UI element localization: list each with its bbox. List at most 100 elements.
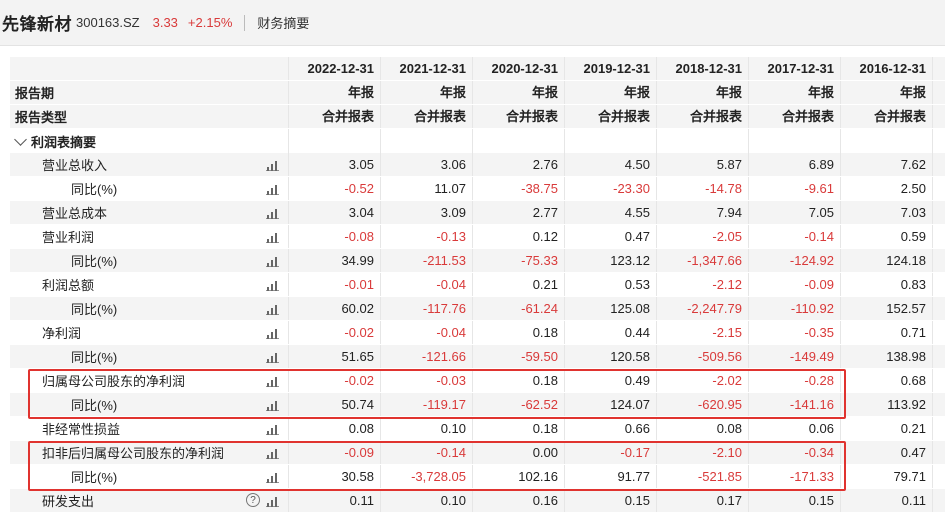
bar-chart-icon[interactable] [266, 159, 280, 171]
col-date[interactable]: 2019-12-31 [565, 57, 657, 80]
bar-chart-icon[interactable] [266, 471, 280, 483]
table-row: 营业利润 -0.08 -0.13 0.12 0.47 -2.05 -0.14 0.59 [10, 225, 945, 249]
row-label-text: 同比(%) [71, 182, 118, 197]
value-cell: -149.49 [749, 345, 841, 368]
type-label: 报告类型 [10, 105, 289, 128]
top-bar: 先锋新材 300163.SZ 3.33 +2.15% 财务摘要 [0, 0, 945, 46]
col-date[interactable]: 2016-12-31 [841, 57, 933, 80]
value-cell: -9.61 [749, 177, 841, 200]
row-label: 同比(%) [10, 249, 289, 272]
help-icon[interactable]: ? [246, 493, 260, 507]
value-cell: 0.15 [565, 489, 657, 512]
bar-chart-icon[interactable] [266, 303, 280, 315]
row-label: 同比(%) [10, 465, 289, 488]
row-label-text: 同比(%) [71, 302, 118, 317]
value-cell: 0.18 [473, 417, 565, 440]
bar-chart-icon[interactable] [266, 279, 280, 291]
bar-chart-icon[interactable] [266, 207, 280, 219]
table-row: 营业总收入 3.05 3.06 2.76 4.50 5.87 6.89 7.62 [10, 153, 945, 177]
value-cell: 0.10 [381, 417, 473, 440]
type-cell: 合并报表 [289, 105, 381, 128]
col-date[interactable]: 2018-12-31 [657, 57, 749, 80]
period-cell: 年报 [473, 81, 565, 104]
price-change: +2.15% [187, 15, 233, 30]
section-title[interactable]: 财务摘要 [257, 13, 309, 32]
bar-chart-icon[interactable] [266, 495, 280, 507]
value-cell: 125.08 [565, 297, 657, 320]
bar-chart-icon[interactable] [266, 423, 280, 435]
row-label: 研发支出? [10, 489, 289, 512]
period-cell: 年报 [749, 81, 841, 104]
value-cell: -141.16 [749, 393, 841, 416]
type-cell: 合并报表 [657, 105, 749, 128]
value-cell: 124.18 [841, 249, 933, 272]
col-date[interactable]: 2021-12-31 [381, 57, 473, 80]
table-row: 同比(%) 50.74 -119.17 -62.52 124.07 -620.95 -141… [10, 393, 945, 417]
bar-chart-icon[interactable] [266, 327, 280, 339]
row-label: 利润总额 [10, 273, 289, 296]
value-cell: 0.59 [841, 225, 933, 248]
row-label: 营业总成本 [10, 201, 289, 224]
chevron-down-icon[interactable] [14, 132, 27, 146]
value-cell: 152.57 [841, 297, 933, 320]
value-cell: -0.02 [289, 321, 381, 344]
type-cell: 合并报表 [473, 105, 565, 128]
bar-chart-icon[interactable] [266, 351, 280, 363]
value-cell: 0.71 [841, 321, 933, 344]
row-label: 净利润 [10, 321, 289, 344]
value-cell: -121.66 [381, 345, 473, 368]
value-cell: -2,247.79 [657, 297, 749, 320]
value-cell: -110.92 [749, 297, 841, 320]
row-label-text: 非经常性损益 [42, 422, 121, 437]
value-cell: -211.53 [381, 249, 473, 272]
value-cell: 7.94 [657, 201, 749, 224]
table-row: 非经常性损益 0.08 0.10 0.18 0.66 0.08 0.06 0.21 [10, 417, 945, 441]
row-label: 非经常性损益 [10, 417, 289, 440]
value-cell: -0.04 [381, 273, 473, 296]
col-date[interactable]: 2022-12-31 [289, 57, 381, 80]
value-cell: -0.08 [289, 225, 381, 248]
section-row-income[interactable]: 利润表摘要 [10, 129, 945, 153]
stock-price: 3.33 [152, 15, 178, 30]
value-cell: -0.03 [381, 369, 473, 392]
col-date[interactable]: 2017-12-31 [749, 57, 841, 80]
value-cell: -0.34 [749, 441, 841, 464]
table-row: 归属母公司股东的净利润 -0.02 -0.03 0.18 0.49 -2.02 -0.28 0… [10, 369, 945, 393]
value-cell: -0.04 [381, 321, 473, 344]
value-cell: -2.15 [657, 321, 749, 344]
value-cell: -3,728.05 [381, 465, 473, 488]
value-cell: 0.47 [841, 441, 933, 464]
value-cell: -2.10 [657, 441, 749, 464]
section-label[interactable]: 利润表摘要 [10, 129, 289, 153]
table-row: 营业总成本 3.04 3.09 2.77 4.55 7.94 7.05 7.03 [10, 201, 945, 225]
row-label: 同比(%) [10, 393, 289, 416]
table-row: 净利润 -0.02 -0.04 0.18 0.44 -2.15 -0.35 0.71 [10, 321, 945, 345]
value-cell: 0.18 [473, 321, 565, 344]
value-cell: 0.16 [473, 489, 565, 512]
bar-chart-icon[interactable] [266, 399, 280, 411]
value-cell: -61.24 [473, 297, 565, 320]
bar-chart-icon[interactable] [266, 255, 280, 267]
value-cell: 3.05 [289, 153, 381, 176]
row-label-text: 营业总成本 [42, 206, 108, 221]
bar-chart-icon[interactable] [266, 231, 280, 243]
value-cell: -124.92 [749, 249, 841, 272]
value-cell: 0.47 [565, 225, 657, 248]
value-cell: 4.55 [565, 201, 657, 224]
bar-chart-icon[interactable] [266, 375, 280, 387]
financial-summary-table: 2022-12-31 2021-12-31 2020-12-31 2019-12… [10, 57, 945, 513]
bar-chart-icon[interactable] [266, 447, 280, 459]
value-cell: 138.98 [841, 345, 933, 368]
value-cell: 50.74 [289, 393, 381, 416]
type-cell: 合并报表 [749, 105, 841, 128]
divider [244, 14, 246, 31]
bar-chart-icon[interactable] [266, 183, 280, 195]
value-cell: 91.77 [565, 465, 657, 488]
row-label-text: 研发支出 [42, 494, 95, 509]
value-cell: 11.07 [381, 177, 473, 200]
col-date[interactable]: 2020-12-31 [473, 57, 565, 80]
value-cell: 0.12 [473, 225, 565, 248]
value-cell: 0.08 [657, 417, 749, 440]
type-cell: 合并报表 [565, 105, 657, 128]
value-cell: -38.75 [473, 177, 565, 200]
